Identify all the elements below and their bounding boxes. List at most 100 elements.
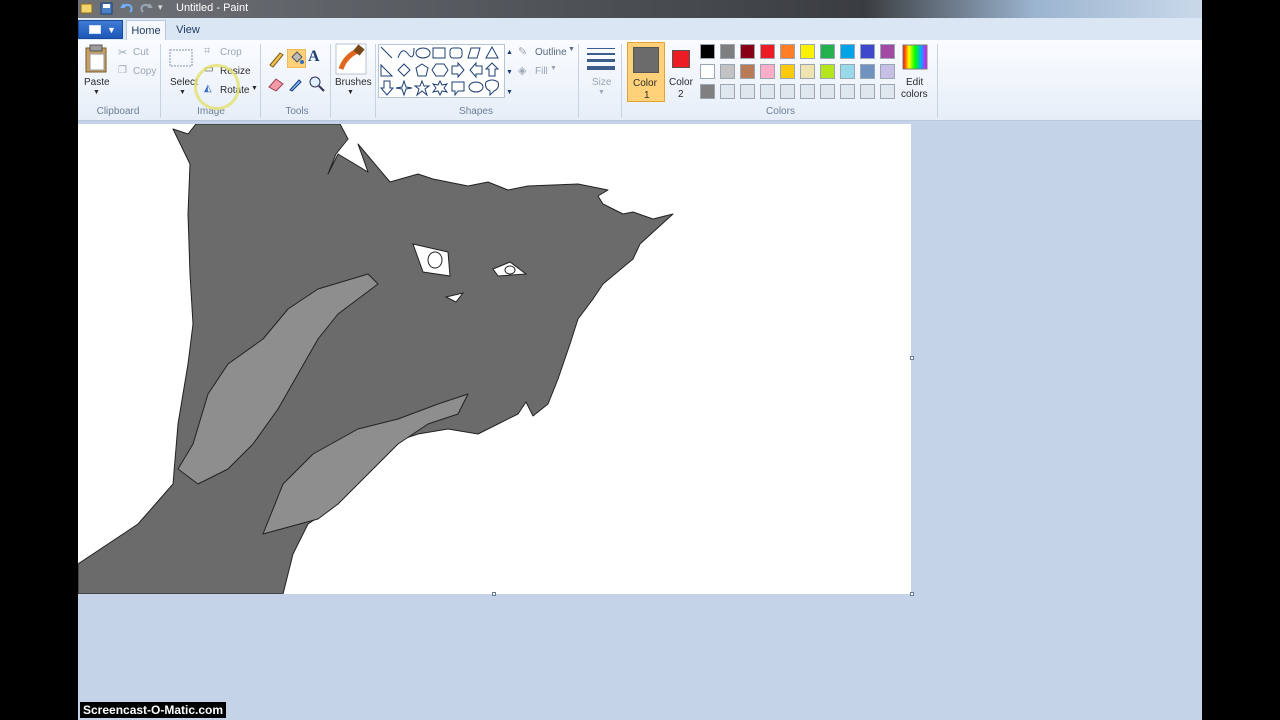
divider [375, 44, 376, 118]
color-swatch[interactable] [840, 64, 855, 79]
color-swatch[interactable] [840, 44, 855, 59]
color-swatch[interactable] [740, 64, 755, 79]
size-dropdown-icon[interactable]: ▼ [598, 89, 605, 96]
color2-number: 2 [678, 89, 684, 100]
divider [260, 44, 261, 118]
color-swatch[interactable] [720, 64, 735, 79]
color1-swatch [633, 47, 659, 73]
color1-label: Color [633, 78, 657, 89]
color2-label: Color [669, 77, 693, 88]
paste-icon[interactable] [84, 44, 108, 74]
tab-home[interactable]: Home [126, 20, 166, 40]
drawing-canvas[interactable] [78, 123, 911, 595]
brushes-dropdown-icon[interactable]: ▼ [347, 89, 354, 96]
crop-icon: ⌗ [204, 45, 211, 57]
color-swatch[interactable] [820, 64, 835, 79]
color-swatch[interactable] [720, 44, 735, 59]
color-swatch[interactable] [700, 84, 715, 99]
color2-button[interactable]: Color 2 [667, 42, 697, 102]
resize-handle-right[interactable] [910, 356, 914, 360]
color-swatch[interactable] [820, 84, 835, 99]
menu-icon [89, 25, 101, 34]
select-icon[interactable] [168, 48, 194, 68]
color-swatch[interactable] [760, 44, 775, 59]
color-swatch[interactable] [860, 44, 875, 59]
color-swatch[interactable] [780, 44, 795, 59]
color-swatch[interactable] [880, 84, 895, 99]
edit-colors-line1[interactable]: Edit [906, 77, 923, 88]
color-swatch[interactable] [860, 84, 875, 99]
rotate-dropdown-icon[interactable]: ▼ [251, 85, 258, 92]
crop-button[interactable]: Crop [220, 47, 242, 58]
customize-qat-icon[interactable]: ▾ [158, 2, 171, 15]
eraser-icon[interactable] [267, 76, 285, 92]
edit-colors-line2[interactable]: colors [901, 89, 928, 100]
canvas-workspace [78, 121, 1202, 720]
save-icon[interactable] [100, 2, 113, 15]
undo-icon[interactable] [120, 2, 133, 15]
pencil-icon[interactable] [267, 50, 285, 68]
color-swatch[interactable] [880, 64, 895, 79]
resize-handle-corner[interactable] [910, 592, 914, 596]
color-swatch[interactable] [760, 64, 775, 79]
divider [330, 44, 331, 118]
divider [160, 44, 161, 118]
select-dropdown-icon[interactable]: ▼ [179, 89, 186, 96]
color-swatch[interactable] [800, 84, 815, 99]
brushes-icon[interactable] [335, 43, 367, 75]
resize-handle-bottom[interactable] [492, 592, 496, 596]
color-swatch[interactable] [780, 84, 795, 99]
color-swatch[interactable] [840, 84, 855, 99]
tools-group-label: Tools [285, 106, 309, 117]
paint-menu-button[interactable]: ▼ [78, 20, 123, 39]
color-swatch[interactable] [880, 44, 895, 59]
fill-bucket-icon[interactable] [287, 49, 306, 68]
outline-dropdown-icon[interactable]: ▼ [568, 46, 575, 53]
fill-icon: ◈ [518, 65, 527, 77]
edit-colors-icon[interactable] [902, 44, 928, 70]
outline-button[interactable]: Outline [535, 47, 567, 58]
color1-button[interactable]: Color 1 [627, 42, 665, 102]
size-button[interactable]: Size [592, 77, 611, 88]
outline-icon: ✎ [518, 46, 528, 58]
divider [937, 44, 938, 118]
color-swatch[interactable] [740, 44, 755, 59]
color-swatch[interactable] [860, 64, 875, 79]
magnifier-icon[interactable] [308, 76, 326, 92]
copy-button[interactable]: Copy [133, 66, 156, 77]
fill-dropdown-icon[interactable]: ▼ [550, 65, 557, 72]
cut-button[interactable]: Cut [133, 47, 149, 58]
text-tool-icon[interactable]: A [308, 48, 320, 66]
svg-text:▼: ▼ [506, 89, 513, 96]
color-swatch[interactable] [720, 84, 735, 99]
brushes-button[interactable]: Brushes [335, 77, 372, 88]
color-swatch[interactable] [740, 84, 755, 99]
divider [578, 44, 579, 118]
paste-dropdown-icon[interactable]: ▼ [93, 89, 100, 96]
size-icon[interactable] [587, 46, 615, 72]
paint-app-icon [80, 3, 93, 14]
window-title: Untitled - Paint [176, 2, 249, 14]
redo-icon[interactable] [140, 2, 153, 15]
paint-window: ▾ Untitled - Paint ▼ Home View Paste ▼ ✂… [78, 0, 1202, 720]
colors-group-label: Colors [766, 106, 795, 117]
color-swatch[interactable] [800, 44, 815, 59]
divider [621, 44, 622, 118]
watermark: Screencast-O-Matic.com [80, 702, 227, 718]
color-swatch[interactable] [800, 64, 815, 79]
chevron-down-icon: ▼ [107, 25, 116, 35]
shapes-gallery[interactable]: ▲ ▼ ▼ [378, 44, 514, 98]
copy-icon: ❐ [118, 65, 127, 76]
color-swatch[interactable] [780, 64, 795, 79]
color-swatch[interactable] [820, 44, 835, 59]
fill-button[interactable]: Fill [535, 66, 548, 77]
paste-label[interactable]: Paste [84, 77, 110, 88]
color2-swatch [672, 50, 690, 68]
color-swatch[interactable] [760, 84, 775, 99]
color-swatch[interactable] [700, 44, 715, 59]
cursor-highlight [194, 64, 240, 110]
tab-view[interactable]: View [170, 20, 206, 40]
title-bar: ▾ Untitled - Paint [78, 0, 1202, 18]
color-picker-icon[interactable] [287, 76, 305, 92]
color-swatch[interactable] [700, 64, 715, 79]
